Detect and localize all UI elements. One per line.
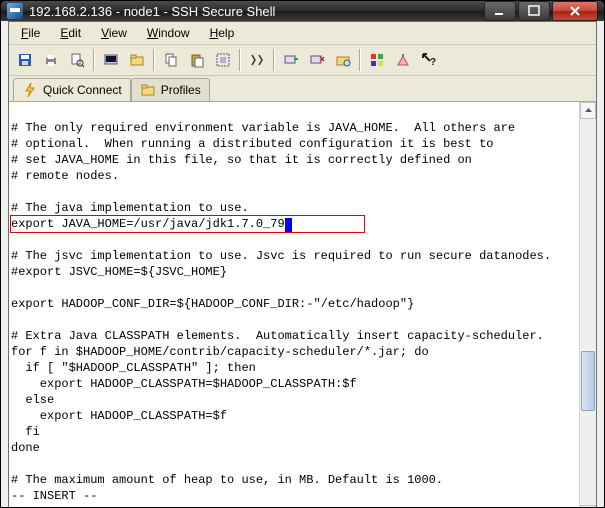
print-preview-button[interactable]: [65, 48, 89, 72]
tabs-bar: Quick Connect Profiles: [9, 76, 596, 102]
term-line: for f in $HADOOP_HOME/contrib/capacity-s…: [11, 345, 429, 359]
contexthelp-button[interactable]: ?: [417, 48, 441, 72]
toolbar-separator: [359, 49, 361, 71]
select-all-button[interactable]: [211, 48, 235, 72]
menu-edit[interactable]: Edit: [52, 24, 89, 42]
save-button[interactable]: [13, 48, 37, 72]
term-line: done: [11, 441, 40, 455]
tab-profiles[interactable]: Profiles: [131, 78, 210, 101]
copy-button[interactable]: [159, 48, 183, 72]
menu-window[interactable]: Window: [139, 24, 198, 42]
term-line: export HADOOP_CLASSPATH=$f: [11, 409, 227, 423]
toolbar-separator: [239, 49, 241, 71]
vertical-scrollbar[interactable]: [579, 102, 596, 508]
paste-button[interactable]: [185, 48, 209, 72]
term-line: fi: [11, 425, 40, 439]
menu-file[interactable]: File: [13, 24, 48, 42]
term-line: # set JAVA_HOME in this file, so that it…: [11, 153, 472, 167]
term-line: # The jsvc implementation to use. Jsvc i…: [11, 249, 551, 263]
term-line: if [ "$HADOOP_CLASSPATH" ]; then: [11, 361, 256, 375]
window-title: 192.168.2.136 - node1 - SSH Secure Shell: [29, 4, 484, 19]
toolbar-separator: [153, 49, 155, 71]
menu-view[interactable]: View: [93, 24, 135, 42]
disconnect-button[interactable]: [305, 48, 329, 72]
print-button[interactable]: [39, 48, 63, 72]
toolbar-separator: [93, 49, 95, 71]
lightning-icon: [22, 82, 38, 98]
term-mode: -- INSERT --: [11, 489, 97, 503]
profiles-toolbar-button[interactable]: [331, 48, 355, 72]
scroll-track[interactable]: [580, 119, 596, 505]
app-icon: [7, 3, 23, 19]
tab-label: Quick Connect: [43, 83, 122, 97]
term-line: # Extra Java CLASSPATH elements. Automat…: [11, 329, 544, 343]
menubar: File Edit View Window Help: [9, 22, 596, 45]
window-titlebar[interactable]: 192.168.2.136 - node1 - SSH Secure Shell: [1, 1, 604, 21]
term-line: export HADOOP_CLASSPATH=$HADOOP_CLASSPAT…: [11, 377, 357, 391]
close-button[interactable]: [552, 1, 598, 21]
maximize-button[interactable]: [518, 1, 550, 21]
cursor: [285, 218, 292, 232]
folder-icon: [140, 82, 156, 98]
tab-quick-connect[interactable]: Quick Connect: [13, 78, 131, 101]
log-button[interactable]: [391, 48, 415, 72]
term-line: #export JSVC_HOME=${JSVC_HOME}: [11, 265, 227, 279]
term-line: # The java implementation to use.: [11, 201, 249, 215]
new-filetransfer-button[interactable]: [125, 48, 149, 72]
minimize-button[interactable]: [484, 1, 516, 21]
term-line: # remote nodes.: [11, 169, 119, 183]
new-terminal-button[interactable]: [99, 48, 123, 72]
term-line: # The maximum amount of heap to use, in …: [11, 473, 443, 487]
find-button[interactable]: [245, 48, 269, 72]
terminal[interactable]: # The only required environment variable…: [9, 102, 579, 508]
toolbar: ?: [9, 45, 596, 76]
tab-label: Profiles: [161, 83, 201, 97]
colors-button[interactable]: [365, 48, 389, 72]
scroll-up-button[interactable]: [580, 102, 596, 119]
term-line: export HADOOP_CONF_DIR=${HADOOP_CONF_DIR…: [11, 297, 414, 311]
highlighted-line: export JAVA_HOME=/usr/java/jdk1.7.0_79: [11, 216, 364, 232]
term-line: else: [11, 393, 54, 407]
connect-button[interactable]: [279, 48, 303, 72]
term-line: # optional. When running a distributed c…: [11, 137, 493, 151]
toolbar-separator: [273, 49, 275, 71]
term-line: # The only required environment variable…: [11, 121, 515, 135]
scroll-thumb[interactable]: [581, 351, 595, 411]
menu-help[interactable]: Help: [202, 24, 243, 42]
svg-text:?: ?: [430, 57, 436, 68]
